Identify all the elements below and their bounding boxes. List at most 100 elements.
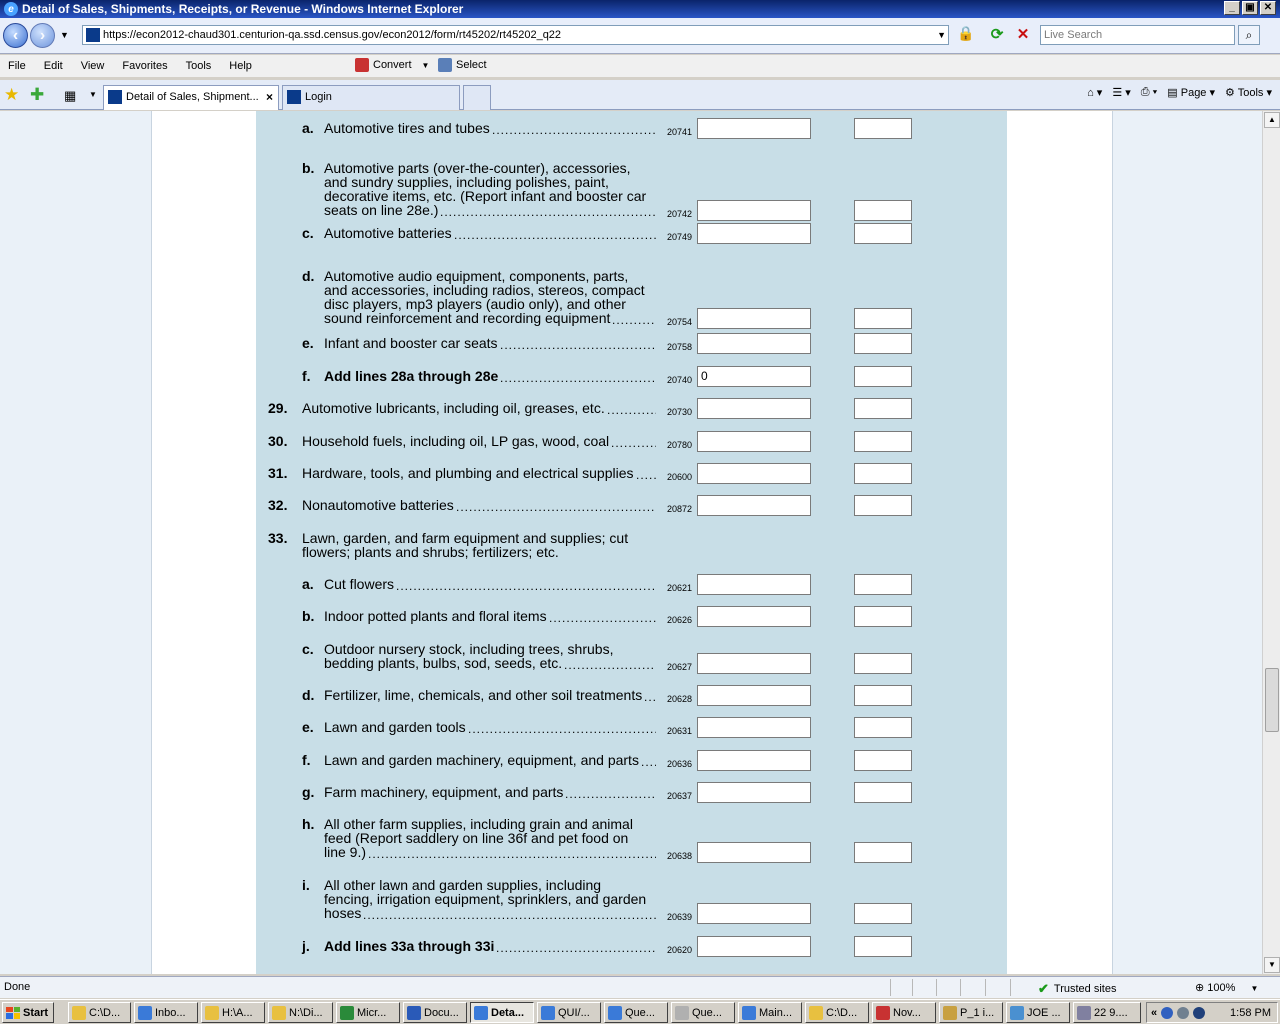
scroll-up-arrow-icon[interactable]: ▲ <box>1264 112 1280 128</box>
tab-login[interactable]: Login <box>282 85 460 110</box>
amount-input[interactable] <box>697 782 811 803</box>
percent-input[interactable] <box>854 750 912 771</box>
taskbar-item[interactable]: Que... <box>671 1002 735 1023</box>
menu-tools[interactable]: Tools <box>186 60 212 72</box>
percent-input[interactable] <box>854 782 912 803</box>
search-input[interactable]: Live Search <box>1040 25 1235 45</box>
percent-input[interactable] <box>854 936 912 957</box>
start-button[interactable]: Start <box>2 1002 54 1023</box>
url-dropdown-icon[interactable]: ▼ <box>937 26 946 44</box>
percent-input[interactable] <box>854 200 912 221</box>
scroll-down-arrow-icon[interactable]: ▼ <box>1264 957 1280 973</box>
tray-network-icon[interactable] <box>1177 1006 1190 1019</box>
percent-input[interactable] <box>854 463 912 484</box>
amount-input[interactable] <box>697 200 811 221</box>
percent-input[interactable] <box>854 653 912 674</box>
vertical-scrollbar[interactable]: ▲ ▼ <box>1262 111 1280 974</box>
print-icon[interactable]: ⎙ ▾ <box>1141 86 1157 99</box>
amount-input[interactable] <box>697 495 811 516</box>
amount-input[interactable]: 0 <box>697 366 811 387</box>
amount-input[interactable] <box>697 936 811 957</box>
taskbar-item[interactable]: Main... <box>738 1002 802 1023</box>
security-zone[interactable]: ✔ Trusted sites <box>1038 981 1116 997</box>
tray-expand-icon[interactable]: « <box>1151 1007 1157 1019</box>
percent-input[interactable] <box>854 574 912 595</box>
amount-input[interactable] <box>697 606 811 627</box>
tray-app-icon[interactable] <box>1161 1006 1174 1019</box>
taskbar-item[interactable]: Deta... <box>470 1002 534 1023</box>
percent-input[interactable] <box>854 118 912 139</box>
close-window-button[interactable]: ✕ <box>1260 1 1276 15</box>
convert-dropdown-icon[interactable]: ▼ <box>422 61 430 70</box>
taskbar-item[interactable]: H:\A... <box>201 1002 265 1023</box>
forward-button[interactable]: › <box>30 23 55 48</box>
scroll-thumb[interactable] <box>1265 668 1279 732</box>
amount-input[interactable] <box>697 463 811 484</box>
amount-input[interactable] <box>697 842 811 863</box>
percent-input[interactable] <box>854 606 912 627</box>
tab-list-dropdown-icon[interactable]: ▼ <box>89 90 97 99</box>
feeds-icon[interactable]: ☰ ▾ <box>1112 86 1130 99</box>
quick-tabs-icon[interactable]: ▦ <box>64 88 76 104</box>
taskbar-item[interactable]: 22 9.... <box>1073 1002 1141 1023</box>
amount-input[interactable] <box>697 333 811 354</box>
percent-input[interactable] <box>854 398 912 419</box>
menu-view[interactable]: View <box>81 60 105 72</box>
select-button[interactable]: Select <box>438 58 487 72</box>
search-icon[interactable]: ⌕ <box>1238 25 1260 45</box>
amount-input[interactable] <box>697 717 811 738</box>
amount-input[interactable] <box>697 118 811 139</box>
home-icon[interactable]: ⌂ ▾ <box>1087 86 1102 99</box>
tray-volume-icon[interactable] <box>1193 1006 1206 1019</box>
taskbar-item[interactable]: C:\D... <box>68 1002 131 1023</box>
percent-input[interactable] <box>854 366 912 387</box>
amount-input[interactable] <box>697 903 811 924</box>
minimize-button[interactable]: _ <box>1224 1 1240 15</box>
favorites-star-icon[interactable]: ★ <box>4 85 19 105</box>
back-button[interactable]: ‹ <box>3 23 28 48</box>
percent-input[interactable] <box>854 431 912 452</box>
taskbar-item[interactable]: Nov... <box>872 1002 936 1023</box>
zoom-dropdown-icon[interactable]: ▼ <box>1250 984 1258 993</box>
taskbar-item[interactable]: Que... <box>604 1002 668 1023</box>
taskbar-item[interactable]: C:\D... <box>805 1002 869 1023</box>
percent-input[interactable] <box>854 842 912 863</box>
percent-input[interactable] <box>854 717 912 738</box>
tools-menu[interactable]: ⚙ Tools ▾ <box>1225 86 1272 99</box>
taskbar-item[interactable]: Docu... <box>403 1002 467 1023</box>
percent-input[interactable] <box>854 308 912 329</box>
close-tab-icon[interactable]: × <box>266 86 273 108</box>
amount-input[interactable] <box>697 685 811 706</box>
percent-input[interactable] <box>854 685 912 706</box>
taskbar-item[interactable]: JOE ... <box>1006 1002 1070 1023</box>
amount-input[interactable] <box>697 574 811 595</box>
url-field[interactable]: https://econ2012-chaud301.centurion-qa.s… <box>82 25 949 45</box>
taskbar-item[interactable]: P_1 i... <box>939 1002 1003 1023</box>
menu-help[interactable]: Help <box>229 60 252 72</box>
maximize-button[interactable]: ▣ <box>1242 1 1258 15</box>
menu-file[interactable]: File <box>8 60 26 72</box>
amount-input[interactable] <box>697 431 811 452</box>
percent-input[interactable] <box>854 903 912 924</box>
amount-input[interactable] <box>697 308 811 329</box>
history-dropdown-icon[interactable]: ▼ <box>60 30 69 40</box>
percent-input[interactable] <box>854 333 912 354</box>
stop-icon[interactable]: ✕ <box>1012 25 1034 45</box>
convert-button[interactable]: Convert ▼ <box>355 58 429 72</box>
zoom-level[interactable]: ⊕ 100% ▼ <box>1195 981 1258 994</box>
tab-detail-of-sales[interactable]: Detail of Sales, Shipment... × <box>103 85 279 110</box>
new-tab-button[interactable] <box>463 85 491 110</box>
taskbar-item[interactable]: QUI/... <box>537 1002 601 1023</box>
percent-input[interactable] <box>854 223 912 244</box>
amount-input[interactable] <box>697 223 811 244</box>
menu-favorites[interactable]: Favorites <box>122 60 167 72</box>
amount-input[interactable] <box>697 750 811 771</box>
taskbar-item[interactable]: N:\Di... <box>268 1002 333 1023</box>
menu-edit[interactable]: Edit <box>44 60 63 72</box>
page-menu[interactable]: ▤ Page ▾ <box>1167 86 1215 99</box>
taskbar-item[interactable]: Inbo... <box>134 1002 198 1023</box>
percent-input[interactable] <box>854 495 912 516</box>
taskbar-item[interactable]: Micr... <box>336 1002 400 1023</box>
refresh-icon[interactable]: ⟳ <box>986 25 1008 45</box>
amount-input[interactable] <box>697 653 811 674</box>
